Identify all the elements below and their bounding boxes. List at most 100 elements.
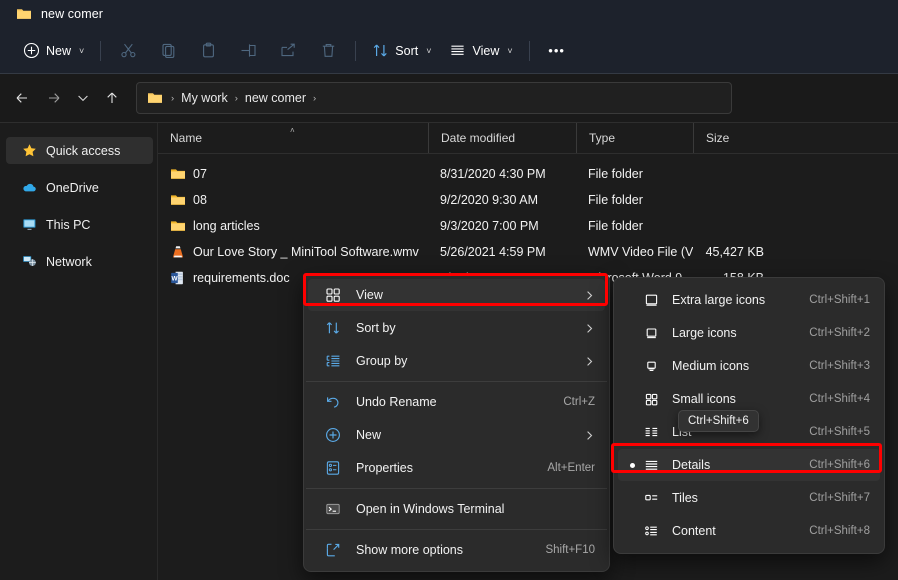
up-button[interactable] <box>96 82 128 114</box>
submenu-item-accelerator: Ctrl+Shift+7 <box>809 492 870 504</box>
file-name: 08 <box>193 192 207 207</box>
submenu-item-label: Details <box>672 458 711 472</box>
table-row[interactable]: 08 9/2/2020 9:30 AM File folder <box>158 189 898 210</box>
monitor-icon <box>22 217 37 232</box>
context-menu-item-label: Show more options <box>356 543 464 557</box>
delete-button[interactable] <box>308 35 348 67</box>
recent-locations-button[interactable] <box>70 82 96 114</box>
address-bar[interactable]: › My work › new comer › <box>136 82 732 114</box>
file-size: 45,427 KB <box>705 244 764 259</box>
column-header-date-modified[interactable]: Date modified <box>428 123 576 153</box>
breadcrumb-new-comer[interactable]: new comer <box>240 91 311 105</box>
context-menu-item-show-more-options[interactable]: Show more options Shift+F10 <box>308 534 605 566</box>
context-menu-item-label: Group by <box>356 354 408 368</box>
submenu-item-label: Tiles <box>672 491 698 505</box>
toolbar-divider-3 <box>528 40 530 61</box>
context-menu-item-accelerator: Alt+Enter <box>547 462 595 474</box>
sort-arrows-icon <box>324 320 342 336</box>
selected-bullet-icon <box>622 462 642 468</box>
tiles-view-icon <box>642 491 660 506</box>
copy-icon <box>160 42 177 59</box>
file-date: 9/2/2020 9:30 AM <box>440 192 538 207</box>
sidebar-item-this-pc[interactable]: This PC <box>6 211 153 238</box>
content-view-icon <box>642 524 660 539</box>
plus-circle-icon <box>23 42 40 59</box>
xl-icon-view-icon <box>642 293 660 308</box>
vlc-cone-icon <box>170 244 186 260</box>
rename-button[interactable] <box>228 35 268 67</box>
column-header-label: Name <box>170 131 203 145</box>
cut-button[interactable] <box>108 35 148 67</box>
chevron-down-icon: ˅ <box>507 45 513 56</box>
sort-button[interactable]: Sort ˅ <box>363 35 440 67</box>
list-lines-icon <box>449 42 466 59</box>
submenu-item-label: Medium icons <box>672 359 750 373</box>
new-button[interactable]: New ˅ <box>14 35 93 67</box>
folder-icon <box>170 192 186 208</box>
column-header-size[interactable]: Size <box>693 123 778 153</box>
file-date: 5/26/2021 4:59 PM <box>440 244 546 259</box>
breadcrumb-my-work[interactable]: My work <box>176 91 233 105</box>
details-view-icon <box>642 458 660 473</box>
chevron-right-icon <box>584 290 595 301</box>
column-headers: Name ˄ Date modified Type Size <box>158 123 898 153</box>
breadcrumb-separator-end[interactable]: › <box>311 93 318 104</box>
forward-button[interactable] <box>38 82 70 114</box>
column-header-label: Type <box>589 131 616 145</box>
group-list-icon <box>324 353 342 369</box>
copy-button[interactable] <box>148 35 188 67</box>
table-row[interactable]: Our Love Story _ MiniTool Software.wmv 5… <box>158 241 898 262</box>
context-menu-item-undo-rename[interactable]: Undo Rename Ctrl+Z <box>308 386 605 418</box>
column-header-type[interactable]: Type <box>576 123 693 153</box>
list-view-icon <box>642 425 660 440</box>
grid-four-icon <box>324 287 342 303</box>
chevron-right-icon <box>584 323 595 334</box>
context-menu-item-sort-by[interactable]: Sort by <box>308 312 605 344</box>
sort-button-label: Sort <box>395 43 419 58</box>
context-menu-item-view[interactable]: View <box>308 279 605 311</box>
chevron-down-icon: ˅ <box>426 45 432 56</box>
share-button[interactable] <box>268 35 308 67</box>
submenu-item-label: Large icons <box>672 326 737 340</box>
paste-button[interactable] <box>188 35 228 67</box>
submenu-item-accelerator: Ctrl+Shift+4 <box>809 393 870 405</box>
sidebar-item-label: Network <box>46 254 92 269</box>
submenu-item-medium-icons[interactable]: Medium icons Ctrl+Shift+3 <box>618 350 880 382</box>
submenu-item-accelerator: Ctrl+Shift+8 <box>809 525 870 537</box>
sidebar-item-quick-access[interactable]: Quick access <box>6 137 153 164</box>
word-doc-icon: W <box>170 270 186 286</box>
scissors-icon <box>120 42 137 59</box>
context-menu-item-label: View <box>356 288 383 302</box>
submenu-item-tiles[interactable]: Tiles Ctrl+Shift+7 <box>618 482 880 514</box>
menu-separator <box>306 381 607 382</box>
view-button[interactable]: View ˅ <box>440 35 521 67</box>
submenu-item-content[interactable]: Content Ctrl+Shift+8 <box>618 515 880 547</box>
window-title: new comer <box>41 6 104 21</box>
submenu-item-large-icons[interactable]: Large icons Ctrl+Shift+2 <box>618 317 880 349</box>
command-bar: New ˅ Sort ˅ View ˅ ••• <box>0 27 898 74</box>
see-more-button[interactable]: ••• <box>537 35 577 67</box>
table-row[interactable]: 07 8/31/2020 4:30 PM File folder <box>158 163 898 184</box>
sidebar-item-onedrive[interactable]: OneDrive <box>6 174 153 201</box>
breadcrumb-separator[interactable]: › <box>233 93 240 104</box>
menu-separator <box>306 488 607 489</box>
svg-text:W: W <box>171 275 178 282</box>
column-header-label: Size <box>706 131 730 145</box>
sidebar-item-network[interactable]: Network <box>6 248 153 275</box>
context-menu-item-new[interactable]: New <box>308 419 605 451</box>
submenu-item-extra-large-icons[interactable]: Extra large icons Ctrl+Shift+1 <box>618 284 880 316</box>
file-type: WMV Video File (V... <box>588 244 693 259</box>
file-name: Our Love Story _ MiniTool Software.wmv <box>193 244 419 259</box>
table-row[interactable]: long articles 9/3/2020 7:00 PM File fold… <box>158 215 898 236</box>
column-header-name[interactable]: Name ˄ <box>158 123 428 153</box>
large-icon-view-icon <box>642 326 660 341</box>
ellipsis-icon: ••• <box>548 43 565 58</box>
back-button[interactable] <box>6 82 38 114</box>
file-type: File folder <box>588 192 643 207</box>
terminal-icon <box>324 501 342 517</box>
submenu-item-details[interactable]: Details Ctrl+Shift+6 <box>618 449 880 481</box>
context-menu: View Sort by Group by Undo Rename Ctrl+Z… <box>303 273 610 572</box>
context-menu-item-group-by[interactable]: Group by <box>308 345 605 377</box>
context-menu-item-properties[interactable]: Properties Alt+Enter <box>308 452 605 484</box>
context-menu-item-open-in-windows-terminal[interactable]: Open in Windows Terminal <box>308 493 605 525</box>
